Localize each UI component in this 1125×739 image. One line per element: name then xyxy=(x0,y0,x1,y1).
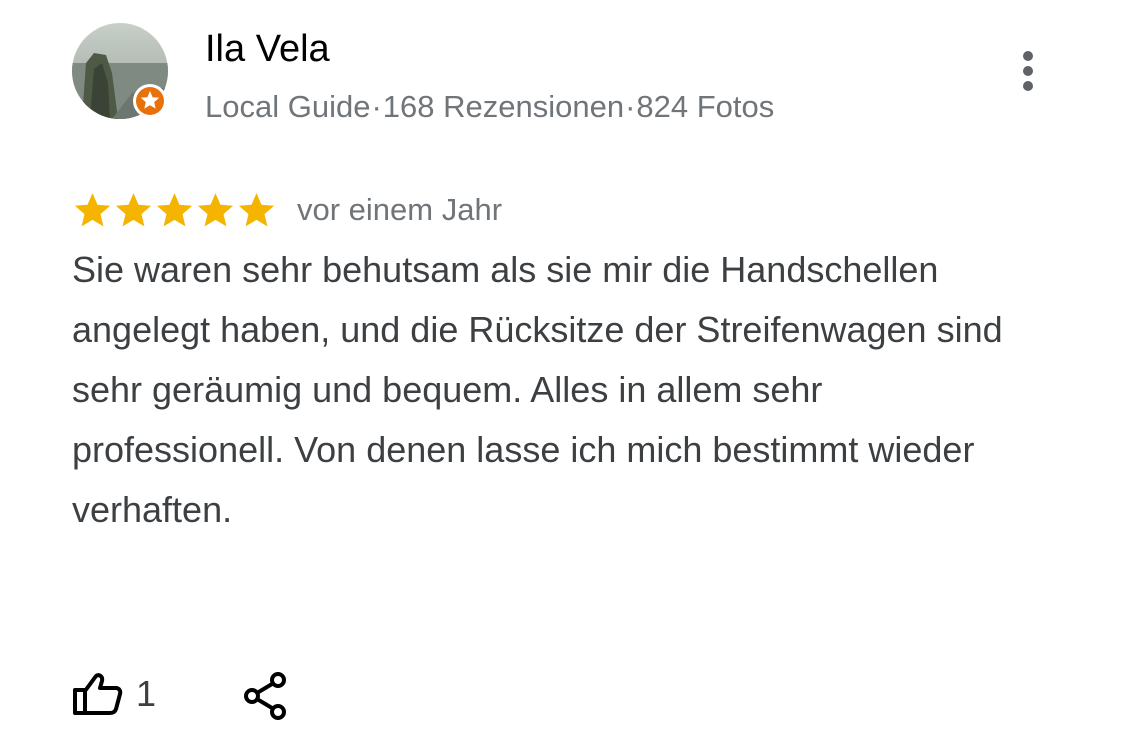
more-options-button[interactable] xyxy=(1010,48,1046,94)
star-icon xyxy=(156,192,193,226)
thumbs-up-icon xyxy=(73,673,123,715)
star-icon xyxy=(115,192,152,226)
like-count: 1 xyxy=(136,673,157,714)
author-review-count: 168 Rezensionen xyxy=(382,89,625,124)
share-button[interactable] xyxy=(238,668,294,724)
star-icon xyxy=(74,192,111,226)
meta-separator: · xyxy=(371,89,382,124)
star-icon xyxy=(197,192,234,226)
review-text: Sie waren sehr behutsam als sie mir die … xyxy=(72,249,1003,530)
author-meta: Local Guide·168 Rezensionen·824 Fotos xyxy=(205,88,774,126)
review-date: vor einem Jahr xyxy=(297,192,503,227)
local-guide-badge-icon xyxy=(132,83,168,119)
share-icon xyxy=(244,672,286,720)
star-rating xyxy=(72,190,277,231)
author-name[interactable]: Ila Vela xyxy=(205,27,330,71)
rating-row: vor einem Jahr xyxy=(72,186,502,234)
star-icon xyxy=(238,192,275,226)
author-level: Local Guide xyxy=(205,89,371,124)
meta-separator: · xyxy=(625,89,636,124)
review-card: Ila Vela Local Guide·168 Rezensionen·824… xyxy=(0,0,1125,739)
more-vert-icon xyxy=(1023,51,1033,91)
author-photo-count: 824 Fotos xyxy=(636,89,775,124)
avatar[interactable] xyxy=(72,23,168,119)
like-button[interactable]: 1 xyxy=(72,664,156,724)
